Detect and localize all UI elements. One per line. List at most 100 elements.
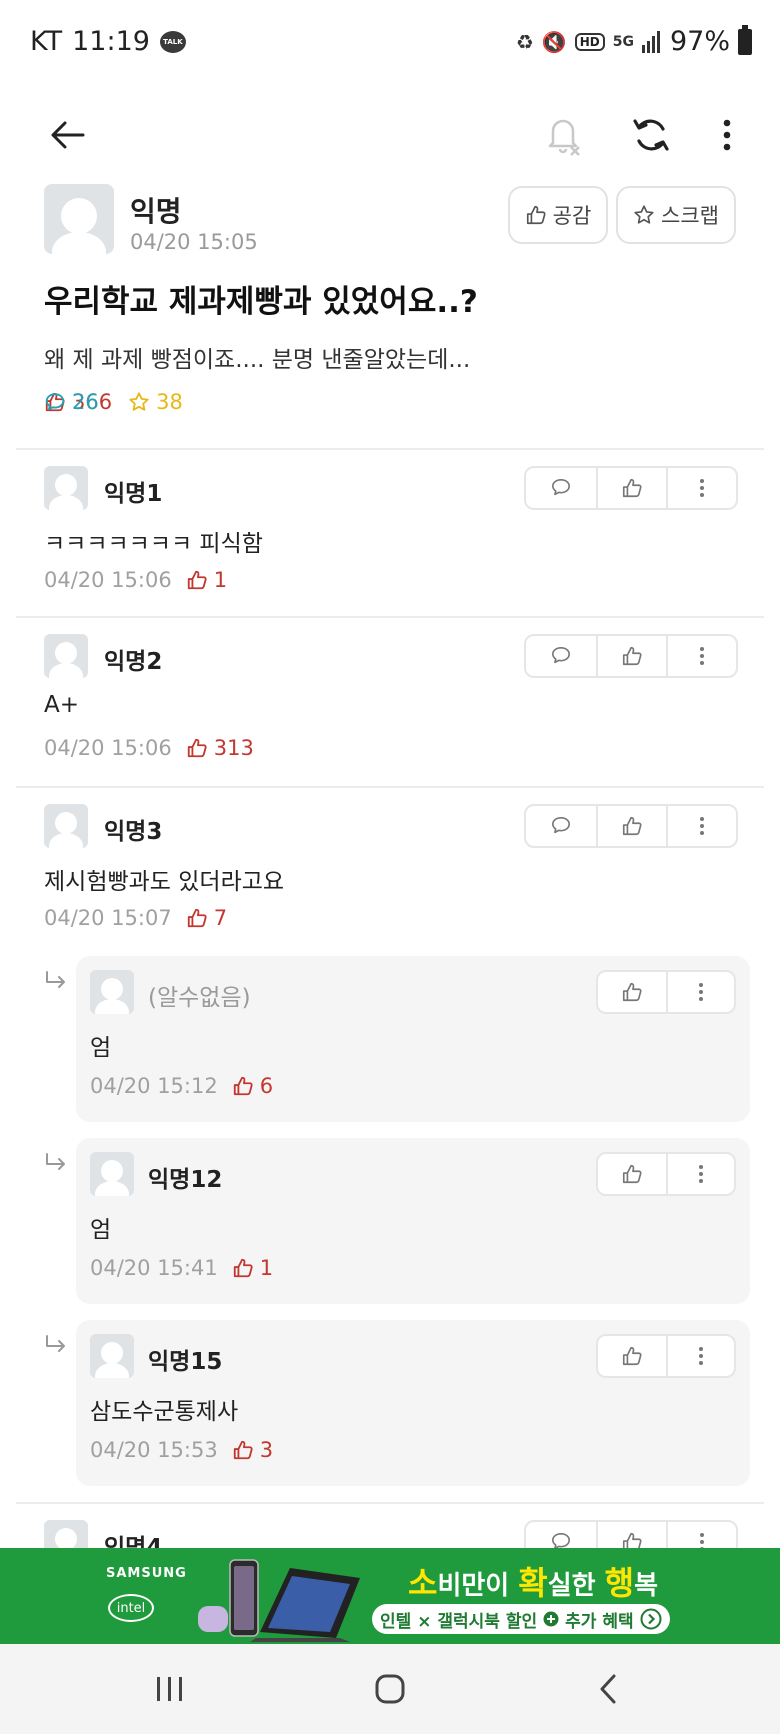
more-button[interactable] — [692, 90, 762, 180]
reply-avatar — [90, 1334, 134, 1378]
comment-item: 익명2 A+ 04/20 15:06 313 — [0, 618, 780, 784]
speech-bubble-icon — [552, 647, 571, 664]
reply-author: 익명12 — [148, 1167, 223, 1193]
comment-like-value: 7 — [213, 906, 228, 930]
reply-more-button[interactable] — [665, 1336, 734, 1376]
thumbs-up-icon — [526, 205, 546, 225]
comment-like-button[interactable] — [596, 806, 666, 846]
refresh-button[interactable] — [616, 90, 686, 180]
reply-button[interactable] — [526, 636, 596, 676]
reply-button[interactable] — [526, 806, 596, 846]
reply-actions — [596, 1334, 736, 1378]
reply-arrow-icon — [44, 970, 68, 998]
comment-like-button[interactable] — [596, 468, 666, 508]
more-vertical-icon — [700, 479, 704, 497]
chevron-left-icon — [600, 1674, 616, 1704]
comment-date: 04/20 15:07 — [44, 906, 172, 930]
comment-like-button[interactable] — [596, 636, 666, 676]
post: 익명 04/20 15:05 공감 스크랩 우리학교 제과제빵과 있었어요..?… — [44, 184, 736, 414]
reply-like-value: 6 — [259, 1074, 274, 1098]
comment-like-button[interactable] — [596, 1522, 666, 1548]
comment-more-button[interactable] — [666, 468, 736, 508]
comment-item: 익명3 제시험빵과도 있더라고요 04/20 15:07 7 — [0, 788, 780, 954]
reply-like-value: 3 — [259, 1438, 274, 1462]
reply-button[interactable] — [526, 1522, 596, 1548]
thumbs-up-icon — [233, 1076, 253, 1096]
comment-body: A+ — [44, 692, 80, 718]
reply-like-value: 1 — [259, 1256, 274, 1280]
comment-more-button[interactable] — [666, 806, 736, 846]
reply-author: 익명15 — [148, 1349, 223, 1375]
comment-author: 익명1 — [104, 481, 163, 507]
reply-like-count: 1 — [232, 1256, 273, 1280]
speech-bubble-icon — [45, 393, 65, 411]
hd-voice-icon: HD — [574, 32, 605, 51]
thumbs-up-icon — [622, 1164, 642, 1184]
post-like-button-label: 공감 — [552, 204, 592, 228]
reply-like-button[interactable] — [598, 972, 666, 1012]
status-left: KT 11:19 TALK — [30, 26, 186, 57]
post-body: 왜 제 과제 빵점이죠.... 분명 낸줄알았는데... — [44, 347, 471, 373]
more-vertical-icon — [723, 119, 731, 151]
comment-actions — [524, 466, 738, 510]
more-vertical-icon — [698, 1347, 703, 1365]
comment-avatar — [44, 634, 88, 678]
reply-like-button[interactable] — [598, 1154, 666, 1194]
comment-meta: 04/20 15:06 1 — [44, 568, 227, 592]
home-button[interactable] — [330, 1644, 450, 1734]
ad-subtext-2: 추가 혜택 — [565, 1611, 634, 1632]
author-avatar — [44, 184, 114, 254]
comment-avatar — [44, 1520, 88, 1548]
more-vertical-icon — [700, 1533, 704, 1548]
reply-arrow-icon — [44, 1152, 68, 1180]
notification-button[interactable] — [528, 90, 598, 180]
back-button[interactable] — [32, 90, 102, 180]
thumbs-up-icon — [622, 982, 642, 1002]
comment-like-value: 313 — [213, 736, 254, 760]
more-vertical-icon — [698, 1165, 703, 1183]
plus-circle-icon — [543, 1611, 559, 1627]
reply-arrow-icon — [44, 1334, 68, 1362]
ad-banner[interactable]: SAMSUNG intel 소비만이 확실한 행복 인텔 × 갤럭시북 할인 추… — [0, 1548, 780, 1644]
reply-date: 04/20 15:12 — [90, 1074, 218, 1098]
thumbs-up-icon — [622, 816, 642, 836]
bell-off-icon — [548, 119, 580, 156]
reply-more-button[interactable] — [665, 972, 734, 1012]
comment-like-value: 1 — [213, 568, 228, 592]
system-back-button[interactable] — [548, 1644, 668, 1734]
recent-apps-button[interactable] — [110, 1644, 230, 1734]
ad-headline: 소비만이 확실한 행복 — [408, 1564, 658, 1602]
thumbs-up-icon — [622, 478, 642, 498]
reply-author: (알수없음) — [148, 985, 251, 1011]
recent-apps-icon — [157, 1677, 182, 1701]
comment-actions — [524, 634, 738, 678]
post-scrap-button[interactable]: 스크랩 — [616, 186, 736, 244]
clock: 11:19 — [72, 26, 150, 57]
status-right: ♻ 🔇 HD 5G 97% — [516, 24, 752, 57]
thumbs-up-icon — [622, 1532, 642, 1548]
reply-meta: 04/20 15:41 1 — [90, 1256, 273, 1280]
reply-more-button[interactable] — [665, 1154, 734, 1194]
reply-item: 익명15 삼도수군통제사 04/20 15:53 3 — [76, 1320, 750, 1486]
thumbs-up-icon — [622, 646, 642, 666]
reply-like-count: 3 — [232, 1438, 273, 1462]
comment-like-count: 313 — [186, 736, 254, 760]
comment-like-count: 7 — [186, 906, 227, 930]
app-bar — [0, 90, 780, 180]
post-stats: 366 26 38 — [44, 390, 183, 414]
reply-like-button[interactable] — [598, 1336, 666, 1376]
home-icon — [375, 1674, 405, 1704]
comment-more-button[interactable] — [666, 1522, 736, 1548]
battery-icon — [738, 24, 752, 55]
comment-more-button[interactable] — [666, 636, 736, 676]
speech-bubble-icon — [552, 817, 571, 834]
star-icon — [634, 205, 654, 224]
post-like-button[interactable]: 공감 — [508, 186, 608, 244]
reply-meta: 04/20 15:53 3 — [90, 1438, 273, 1462]
reply-date: 04/20 15:41 — [90, 1256, 218, 1280]
comment-meta: 04/20 15:07 7 — [44, 906, 227, 930]
more-vertical-icon — [700, 817, 704, 835]
reply-button[interactable] — [526, 468, 596, 508]
network-type-icon: 5G — [612, 33, 634, 50]
post-scrap-button-label: 스크랩 — [661, 204, 719, 228]
